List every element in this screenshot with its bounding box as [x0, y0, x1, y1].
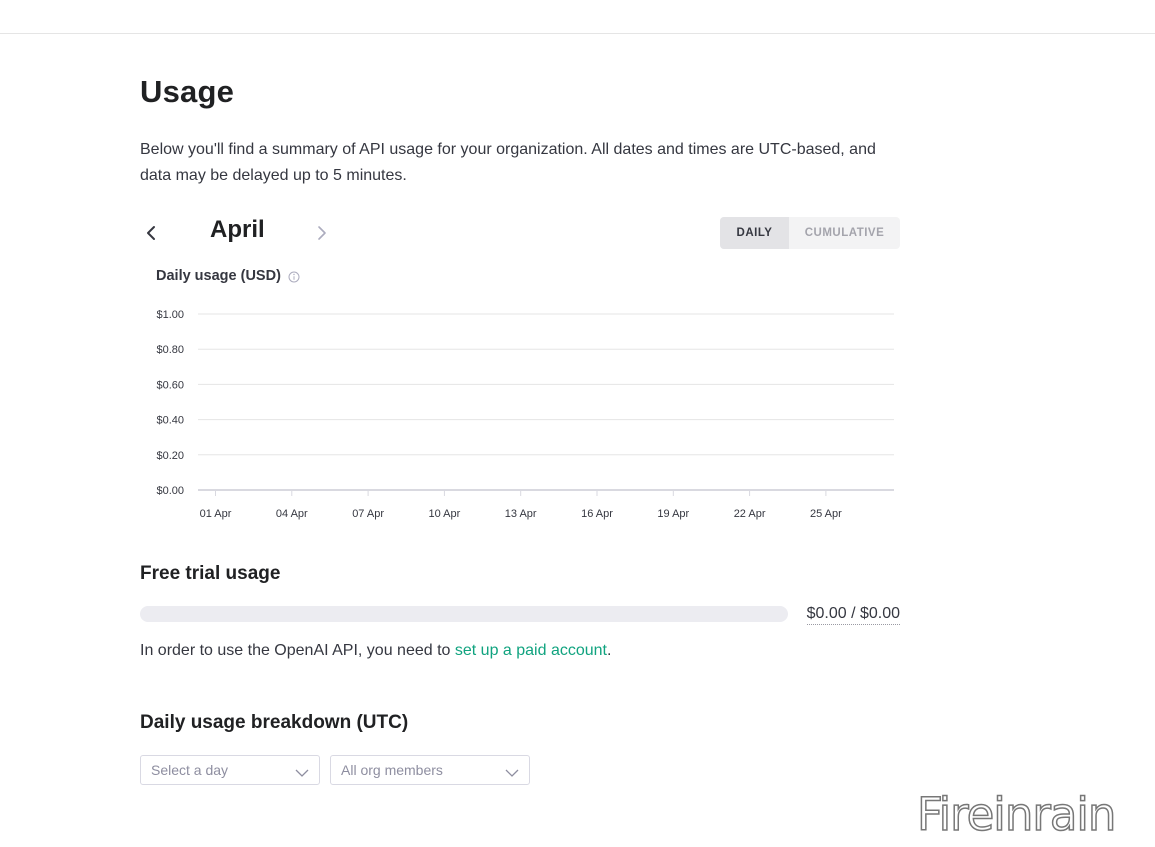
breakdown-heading: Daily usage breakdown (UTC)	[140, 712, 409, 733]
x-tick-label: 10 Apr	[428, 508, 460, 520]
members-select[interactable]: All org members	[330, 755, 530, 785]
chart-title: Daily usage (USD)	[156, 268, 281, 284]
x-tick-label: 22 Apr	[734, 508, 766, 520]
notice-suffix: .	[606, 642, 612, 659]
x-tick-label: 16 Apr	[581, 508, 613, 520]
info-icon[interactable]	[288, 270, 300, 283]
free-trial-heading: Free trial usage	[140, 563, 281, 584]
notice-text: In order to use the OpenAI API, you need…	[140, 642, 455, 659]
chevron-down-icon	[295, 765, 309, 777]
setup-paid-account-link[interactable]: set up a paid account	[455, 642, 607, 659]
y-tick-label: $0.00	[156, 485, 184, 497]
members-select-value: All org members	[341, 762, 443, 778]
top-bar	[0, 0, 1155, 34]
daily-usage-chart: $0.00 $0.20 $0.40 $0.60 $0.80 $1.00 01 Apr 04 A…	[156, 309, 894, 520]
y-tick-label: $0.40	[156, 415, 184, 427]
chevron-down-icon	[505, 765, 519, 777]
x-tick-label: 25 Apr	[810, 508, 842, 520]
page-title: Usage	[140, 74, 235, 109]
month-label: April	[210, 216, 265, 243]
free-trial-amount[interactable]: $0.00 / $0.00	[806, 605, 900, 625]
y-tick-label: $0.20	[156, 450, 184, 462]
month-navigation: April DAILY CUMULATIVE	[140, 216, 900, 250]
y-tick-label: $1.00	[156, 309, 184, 321]
x-tick-label: 19 Apr	[657, 508, 689, 520]
x-tick-label: 04 Apr	[276, 508, 308, 520]
cumulative-tab[interactable]: CUMULATIVE	[789, 217, 900, 249]
day-select[interactable]: Select a day	[140, 755, 320, 785]
watermark-text: Fireinrain	[916, 787, 1117, 842]
paid-account-notice: In order to use the OpenAI API, you need…	[140, 640, 611, 662]
page-intro: Below you'll find a summary of API usage…	[140, 141, 876, 184]
x-tick-label: 07 Apr	[352, 508, 384, 520]
daily-tab[interactable]: DAILY	[720, 217, 789, 249]
y-tick-label: $0.80	[156, 344, 184, 356]
chevron-left-icon[interactable]	[140, 222, 162, 244]
free-trial-progress-bar	[140, 606, 788, 622]
y-tick-label: $0.60	[156, 379, 184, 391]
x-tick-label: 13 Apr	[505, 508, 537, 520]
mode-toggle: DAILY CUMULATIVE	[720, 217, 900, 249]
day-select-placeholder: Select a day	[151, 762, 229, 778]
chevron-right-icon[interactable]	[311, 222, 333, 244]
x-tick-label: 01 Apr	[200, 508, 232, 520]
chart-header: Daily usage (USD)	[156, 266, 300, 286]
